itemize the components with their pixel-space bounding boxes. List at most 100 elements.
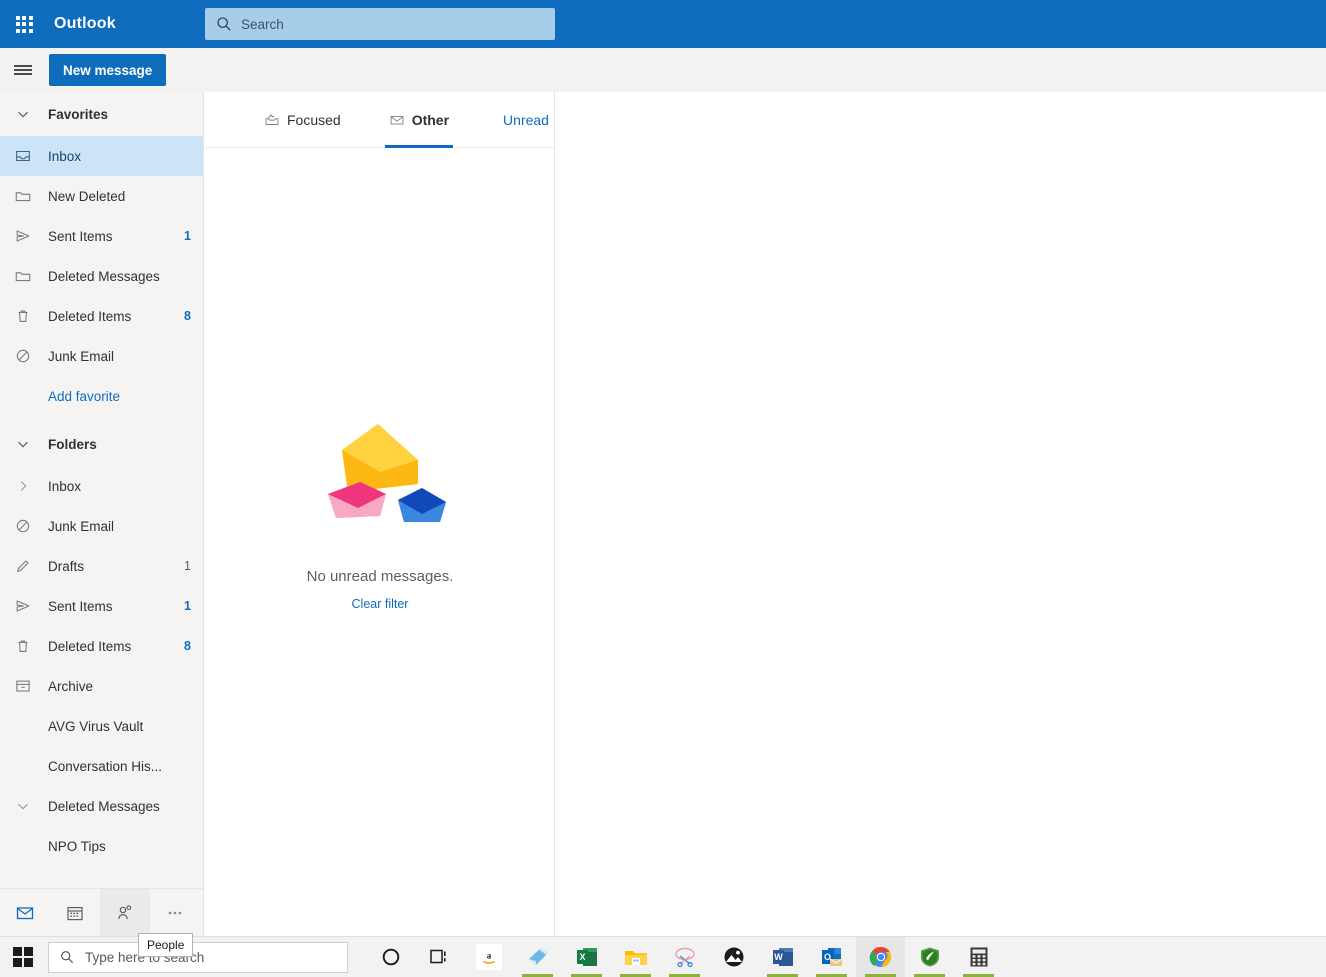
sidebar-item-deleted-items-favorite[interactable]: Deleted Items 8 (0, 296, 203, 336)
sidebar-item-sent-items-folder[interactable]: Sent Items 1 (0, 586, 203, 626)
snipping-tool-icon[interactable] (660, 937, 709, 977)
windows-start-icon[interactable] (0, 937, 46, 977)
amazon-icon[interactable]: a (464, 937, 513, 977)
task-view-icon[interactable] (415, 937, 464, 977)
file-explorer-icon[interactable] (611, 937, 660, 977)
sidebar-item-label: Junk Email (48, 518, 115, 534)
running-indicator (865, 973, 896, 977)
sidebar-item-label: NPO Tips (48, 838, 106, 854)
trash-icon (18, 310, 28, 322)
folder-sidebar: Favorites Inbox New Deleted Sent Items 1 (0, 92, 204, 888)
chevron-down-icon (18, 803, 28, 810)
inbox-icon (16, 150, 30, 162)
app-launcher-waffle-icon[interactable] (0, 0, 48, 48)
sidebar-item-sent-items-favorite[interactable]: Sent Items 1 (0, 216, 203, 256)
focused-inbox-icon (265, 113, 279, 125)
sidebar-item-count: 8 (184, 309, 191, 323)
app-header: Outlook (0, 0, 1326, 48)
unread-filter-label: Unread (503, 111, 549, 128)
avg-icon[interactable] (905, 937, 954, 977)
tab-other[interactable]: Other (384, 92, 454, 148)
sidebar-item-deleted-messages-folder[interactable]: Deleted Messages (0, 786, 203, 826)
trash-icon (18, 640, 28, 652)
sidebar-item-junk-email-favorite[interactable]: Junk Email (0, 336, 203, 376)
favorites-group-header[interactable]: Favorites (0, 92, 203, 136)
sidebar-item-label: Deleted Messages (48, 268, 160, 284)
sticky-notes-icon[interactable] (513, 937, 562, 977)
outlook-icon[interactable]: O (807, 937, 856, 977)
search-icon (217, 17, 231, 31)
excel-icon[interactable]: X (562, 937, 611, 977)
calendar-module-button[interactable] (50, 889, 100, 937)
running-indicator (571, 973, 602, 977)
sidebar-item-label: Sent Items (48, 228, 113, 244)
sidebar-item-npo-tips[interactable]: NPO Tips (0, 826, 203, 866)
people-tooltip: People (138, 933, 194, 957)
people-icon (118, 904, 132, 919)
search-input[interactable] (241, 16, 545, 32)
sidebar-item-inbox-folder[interactable]: Inbox (0, 466, 203, 506)
sidebar-item-drafts[interactable]: Drafts 1 (0, 546, 203, 586)
envelopes-illustration (328, 424, 446, 522)
sidebar-item-label: Conversation His... (48, 758, 163, 774)
folders-group-header[interactable]: Folders (0, 422, 203, 466)
sidebar-item-inbox-favorite[interactable]: Inbox (0, 136, 203, 176)
tab-focused[interactable]: Focused (260, 92, 345, 148)
chrome-icon[interactable] (856, 936, 905, 977)
calendar-icon (67, 906, 83, 920)
sidebar-item-label: Junk Email (48, 348, 115, 364)
running-indicator (620, 973, 651, 977)
sidebar-item-count: 1 (184, 599, 191, 613)
archive-icon (16, 680, 30, 692)
block-icon (16, 349, 30, 363)
sidebar-item-label: Inbox (48, 478, 82, 494)
mail-module-button[interactable] (0, 889, 50, 937)
sidebar-item-label: Deleted Items (48, 638, 132, 654)
hamburger-menu-icon[interactable] (0, 48, 46, 92)
sidebar-item-archive[interactable]: Archive (0, 666, 203, 706)
mail-icon (16, 906, 34, 919)
folder-icon (15, 192, 31, 202)
running-indicator (669, 973, 700, 977)
pencil-icon (17, 560, 29, 572)
send-icon (16, 600, 30, 612)
app-brand-title: Outlook (54, 15, 116, 32)
outlook-web-app: Outlook New message Favorites (0, 0, 1326, 977)
calculator-icon[interactable] (954, 937, 1003, 977)
cortana-icon[interactable] (366, 937, 415, 977)
sidebar-item-count: 1 (184, 229, 191, 243)
more-options-button[interactable] (150, 889, 200, 937)
sidebar-item-label: Deleted Items (48, 308, 132, 324)
sidebar-item-conversation-history[interactable]: Conversation His... (0, 746, 203, 786)
clear-filter-link[interactable]: Clear filter (352, 597, 409, 611)
svg-text:a: a (486, 951, 491, 961)
sidebar-item-junk-email-folder[interactable]: Junk Email (0, 506, 203, 546)
add-favorite-button[interactable]: Add favorite (0, 376, 203, 416)
sidebar-item-new-deleted[interactable]: New Deleted (0, 176, 203, 216)
search-box[interactable] (205, 8, 555, 40)
word-icon[interactable]: W (758, 937, 807, 977)
command-bar: New message (0, 48, 1326, 92)
windows-taskbar: Type here to search a X W O (0, 936, 1326, 977)
chevron-down-icon (18, 111, 28, 118)
inbox-pivot-bar: Focused Other Unread (205, 92, 570, 148)
tab-other-label: Other (411, 111, 450, 128)
photos-icon[interactable] (709, 937, 758, 977)
folders-group-label: Folders (48, 436, 97, 452)
sidebar-item-label: Sent Items (48, 598, 113, 614)
sidebar-item-label: Drafts (48, 558, 85, 574)
sidebar-item-deleted-messages-favorite[interactable]: Deleted Messages (0, 256, 203, 296)
chevron-right-icon (20, 481, 27, 491)
favorites-group-label: Favorites (48, 106, 109, 122)
sidebar-item-label: Deleted Messages (48, 798, 160, 814)
sidebar-item-deleted-items-folder[interactable]: Deleted Items 8 (0, 626, 203, 666)
new-message-button[interactable]: New message (49, 54, 167, 86)
add-favorite-label: Add favorite (48, 388, 121, 404)
running-indicator (963, 973, 994, 977)
taskbar-search-box[interactable]: Type here to search (48, 941, 348, 973)
people-module-button[interactable] (100, 888, 150, 937)
running-indicator (914, 973, 945, 977)
reading-pane (556, 92, 1326, 936)
sidebar-item-count: 8 (184, 639, 191, 653)
sidebar-item-avg-virus-vault[interactable]: AVG Virus Vault (0, 706, 203, 746)
